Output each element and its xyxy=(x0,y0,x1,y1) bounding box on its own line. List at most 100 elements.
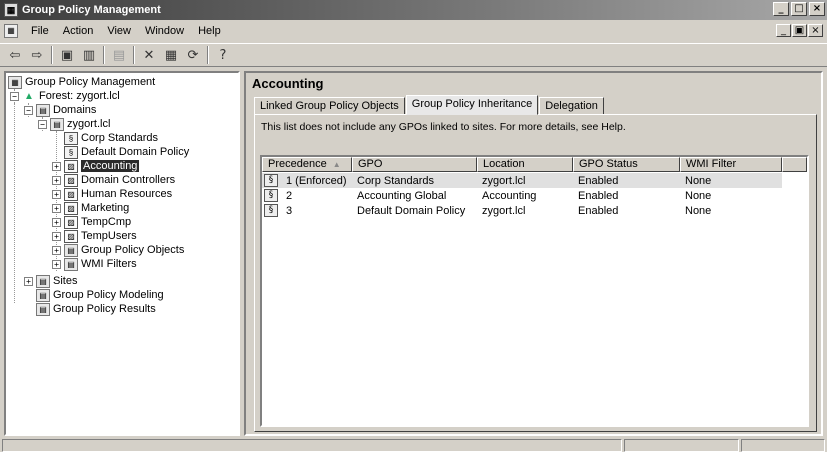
inheritance-list[interactable]: Precedence ▲ GPO Location GPO Status WMI … xyxy=(260,155,809,427)
cell-location: zygort.lcl xyxy=(482,204,526,217)
delete-icon[interactable]: ✕ xyxy=(138,45,160,65)
status-panel-2 xyxy=(624,439,739,452)
cell-wmi: None xyxy=(685,189,712,202)
ou-icon: ▨ xyxy=(64,159,78,173)
forward-arrow-icon[interactable]: ⇨ xyxy=(26,45,48,65)
tree-item-human-resources[interactable]: + ▨ Human Resources xyxy=(52,187,172,201)
expand-icon[interactable]: + xyxy=(52,161,61,171)
sort-ascending-icon: ▲ xyxy=(332,160,341,169)
menu-view[interactable]: View xyxy=(100,25,138,37)
tree-item-marketing[interactable]: + ▨ Marketing xyxy=(52,201,129,215)
tree-connector xyxy=(14,103,15,303)
tab-linked-gpos[interactable]: Linked Group Policy Objects xyxy=(254,97,405,115)
properties-icon[interactable]: ▦ xyxy=(160,45,182,65)
expand-icon[interactable]: + xyxy=(24,276,33,286)
expand-icon[interactable]: + xyxy=(52,231,61,241)
tree-item-gpo-objects[interactable]: + ▤ Group Policy Objects xyxy=(52,243,184,257)
column-header-gpo[interactable]: GPO xyxy=(352,157,477,172)
column-header-wmi-filter[interactable]: WMI Filter xyxy=(680,157,782,172)
title-bar[interactable]: ▦ Group Policy Management _ □ × xyxy=(0,0,827,20)
tree-item-forest[interactable]: − ▲ Forest: zygort.lcl xyxy=(10,89,120,103)
expand-icon[interactable]: + xyxy=(52,189,61,199)
help-icon[interactable]: ? xyxy=(212,45,234,65)
cell-gpo: Corp Standards xyxy=(357,174,435,187)
tree-item-modeling[interactable]: ▤ Group Policy Modeling xyxy=(36,288,164,302)
up-folder-icon[interactable]: ▣ xyxy=(56,45,78,65)
expand-icon[interactable]: + xyxy=(52,175,61,185)
info-text: This list does not include any GPOs link… xyxy=(261,121,626,133)
tree-item-results[interactable]: ▤ Group Policy Results xyxy=(36,302,156,316)
collapse-icon[interactable]: − xyxy=(24,105,33,115)
tab-delegation[interactable]: Delegation xyxy=(539,97,604,115)
ou-icon: ▨ xyxy=(64,215,78,229)
tab-panel: This list does not include any GPOs link… xyxy=(254,114,817,432)
show-hide-tree-icon[interactable]: ▥ xyxy=(78,45,100,65)
expand-icon[interactable]: + xyxy=(52,217,61,227)
tree-item-domain-controllers[interactable]: + ▨ Domain Controllers xyxy=(52,173,175,187)
menu-file[interactable]: File xyxy=(24,25,56,37)
child-minimize-button[interactable]: _ xyxy=(776,24,791,37)
refresh-icon[interactable]: ⟳ xyxy=(182,45,204,65)
column-header-precedence[interactable]: Precedence ▲ xyxy=(262,157,352,172)
cell-gpo: Default Domain Policy xyxy=(357,204,466,217)
console-menu-icon[interactable]: ▦ xyxy=(4,24,18,38)
console-tree[interactable]: ▦ Group Policy Management − ▲ Forest: zy… xyxy=(4,71,240,436)
domains-folder-icon: ▤ xyxy=(36,103,50,117)
menu-bar: ▦ File Action View Window Help _ ▣ × xyxy=(0,21,827,41)
expand-icon[interactable]: + xyxy=(52,245,61,255)
cell-location: Accounting xyxy=(482,189,537,202)
back-arrow-icon[interactable]: ⇦ xyxy=(4,45,26,65)
toolbar-separator xyxy=(207,46,209,64)
tab-gp-inheritance[interactable]: Group Policy Inheritance xyxy=(405,95,539,115)
close-button[interactable]: × xyxy=(809,2,825,16)
menu-action[interactable]: Action xyxy=(56,25,101,37)
cell-wmi: None xyxy=(685,174,712,187)
toolbar-separator xyxy=(51,46,53,64)
details-pane: Accounting Linked Group Policy Objects G… xyxy=(244,71,823,436)
gpo-link-icon: § xyxy=(64,145,78,159)
tree-item-corp-standards[interactable]: § Corp Standards xyxy=(64,131,158,145)
table-row[interactable]: § 1 (Enforced) Corp Standards zygort.lcl … xyxy=(262,173,782,188)
tree-item-default-domain-policy[interactable]: § Default Domain Policy xyxy=(64,145,189,159)
paste-icon[interactable]: ▤ xyxy=(108,45,130,65)
gpo-icon: § xyxy=(264,174,278,187)
gpo-link-icon: § xyxy=(64,131,78,145)
tree-item-domains[interactable]: − ▤ Domains xyxy=(24,103,96,117)
table-row[interactable]: § 2 Accounting Global Accounting Enabled … xyxy=(262,188,782,203)
tree-item-accounting[interactable]: + ▨ Accounting xyxy=(52,159,140,173)
minimize-button[interactable]: _ xyxy=(773,2,789,16)
modeling-icon: ▤ xyxy=(36,288,50,302)
menu-help[interactable]: Help xyxy=(191,25,228,37)
ou-icon: ▨ xyxy=(64,173,78,187)
domain-icon: ▤ xyxy=(50,117,64,131)
toolbar: ⇦ ⇨ ▣ ▥ ▤ ✕ ▦ ⟳ ? xyxy=(0,43,827,67)
expand-icon[interactable]: + xyxy=(52,203,61,213)
collapse-icon[interactable]: − xyxy=(38,119,47,129)
table-row[interactable]: § 3 Default Domain Policy zygort.lcl Enab… xyxy=(262,203,782,218)
column-header-location[interactable]: Location xyxy=(477,157,573,172)
cell-status: Enabled xyxy=(578,204,619,217)
details-title: Accounting xyxy=(252,76,324,91)
tree-item-sites[interactable]: + ▤ Sites xyxy=(24,274,77,288)
collapse-icon[interactable]: − xyxy=(10,91,19,101)
details-tabs: Linked Group Policy Objects Group Policy… xyxy=(254,95,605,115)
status-panel-3 xyxy=(741,439,825,452)
maximize-button[interactable]: □ xyxy=(791,2,807,16)
forest-icon: ▲ xyxy=(24,90,34,102)
expand-icon[interactable]: + xyxy=(52,259,61,269)
tree-item-wmi-filters[interactable]: + ▤ WMI Filters xyxy=(52,257,137,271)
gpmc-app-icon[interactable]: ▦ xyxy=(4,3,18,17)
child-restore-button[interactable]: ▣ xyxy=(792,24,807,37)
tree-item-tempusers[interactable]: + ▨ TempUsers xyxy=(52,229,137,243)
menu-window[interactable]: Window xyxy=(138,25,191,37)
status-bar xyxy=(0,438,827,452)
tree-item-tempcmp[interactable]: + ▨ TempCmp xyxy=(52,215,131,229)
tree-item-root[interactable]: ▦ Group Policy Management xyxy=(8,75,155,89)
ou-icon: ▨ xyxy=(64,201,78,215)
column-header-gpo-status[interactable]: GPO Status xyxy=(573,157,680,172)
tree-item-domain[interactable]: − ▤ zygort.lcl xyxy=(38,117,110,131)
wmi-folder-icon: ▤ xyxy=(64,257,78,271)
child-close-button[interactable]: × xyxy=(808,24,823,37)
column-header-filler xyxy=(782,157,807,172)
list-header: Precedence ▲ GPO Location GPO Status WMI … xyxy=(262,157,807,172)
